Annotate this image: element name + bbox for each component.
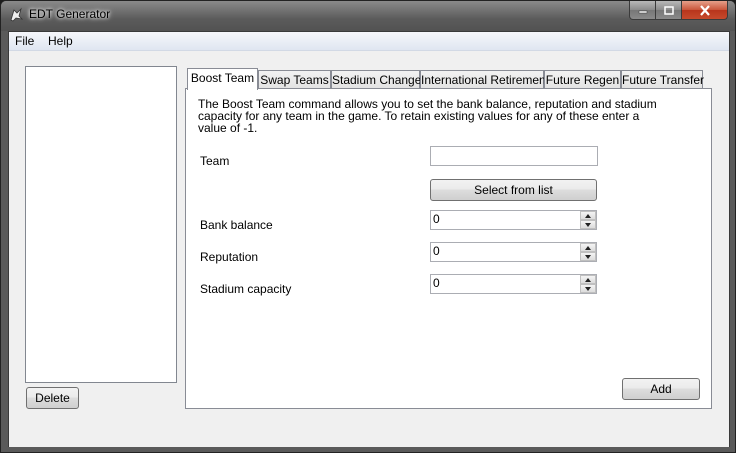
menu-file[interactable]: File <box>15 34 34 48</box>
arrow-up-icon <box>585 213 591 218</box>
team-input[interactable] <box>430 146 598 166</box>
title-bar[interactable]: EDT Generator <box>1 1 735 31</box>
bank-balance-down[interactable] <box>580 220 596 229</box>
reputation-stepper[interactable]: 0 <box>430 242 597 262</box>
stadium-capacity-up[interactable] <box>580 275 596 284</box>
status-bar <box>9 425 729 447</box>
boost-team-description: The Boost Team command allows you to set… <box>198 97 657 135</box>
app-window: EDT Generator File Help Delete Boost Tea… <box>0 0 736 453</box>
arrow-down-icon <box>585 254 591 259</box>
close-icon <box>699 4 710 16</box>
client-area: File Help Delete Boost Team Swap Teams S… <box>8 31 730 447</box>
team-label: Team <box>200 154 230 168</box>
menu-bar: File Help <box>9 32 729 51</box>
arrow-up-icon <box>585 245 591 250</box>
app-logo-icon <box>10 7 24 22</box>
minimize-button[interactable] <box>629 1 656 20</box>
bank-balance-stepper[interactable]: 0 <box>430 210 597 230</box>
arrow-down-icon <box>585 222 591 227</box>
minimize-icon <box>638 10 647 14</box>
reputation-up[interactable] <box>580 243 596 252</box>
tab-future-regen[interactable]: Future Regen <box>544 70 621 88</box>
command-list[interactable] <box>25 66 177 383</box>
stadium-capacity-value: 0 <box>433 276 440 290</box>
tab-international-retirement[interactable]: International Retirement <box>420 70 549 88</box>
tab-boost-team[interactable]: Boost Team <box>187 68 258 90</box>
delete-button[interactable]: Delete <box>26 387 79 409</box>
maximize-icon <box>663 5 674 15</box>
boost-team-panel: The Boost Team command allows you to set… <box>185 88 712 409</box>
reputation-value: 0 <box>433 244 440 258</box>
close-button[interactable] <box>682 1 728 20</box>
menu-help[interactable]: Help <box>48 34 73 48</box>
arrow-up-icon <box>585 277 591 282</box>
tab-swap-teams[interactable]: Swap Teams <box>258 70 331 88</box>
tab-stadium-change[interactable]: Stadium Change <box>331 70 421 88</box>
stadium-capacity-stepper[interactable]: 0 <box>430 274 597 294</box>
add-button[interactable]: Add <box>622 378 700 400</box>
window-title: EDT Generator <box>29 7 111 21</box>
reputation-label: Reputation <box>200 250 259 264</box>
bank-balance-label: Bank balance <box>200 218 273 232</box>
bank-balance-up[interactable] <box>580 211 596 220</box>
arrow-down-icon <box>585 286 591 291</box>
bank-balance-value: 0 <box>433 212 440 226</box>
maximize-button[interactable] <box>656 1 682 20</box>
select-from-list-button[interactable]: Select from list <box>430 179 597 201</box>
stadium-capacity-label: Stadium capacity <box>200 282 292 296</box>
tab-future-transfer[interactable]: Future Transfer <box>621 70 704 88</box>
reputation-down[interactable] <box>580 252 596 261</box>
stadium-capacity-down[interactable] <box>580 284 596 293</box>
